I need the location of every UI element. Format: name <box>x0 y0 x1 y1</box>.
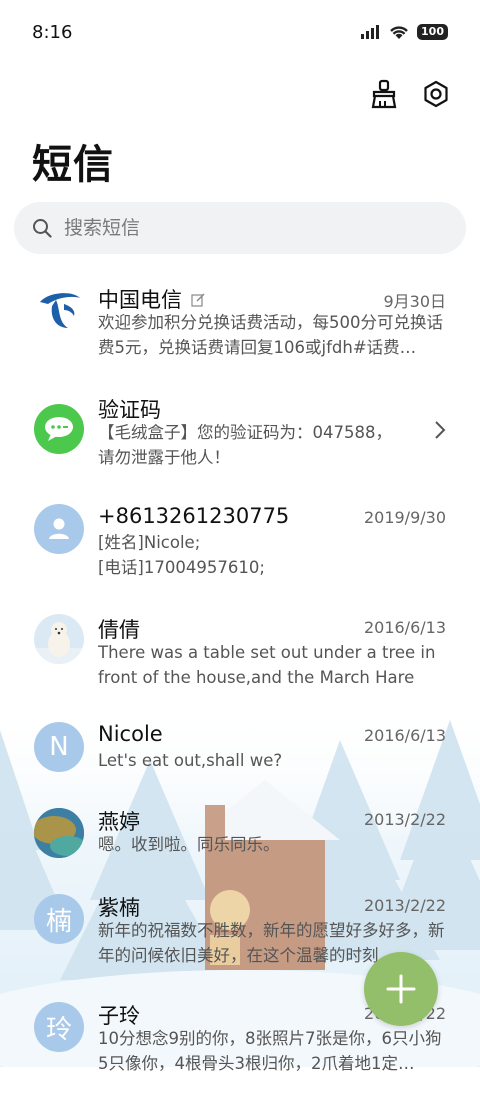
avatar: 楠 <box>34 894 84 944</box>
telecom-logo-icon <box>34 284 84 334</box>
message-date: 2016/6/13 <box>363 726 446 745</box>
status-time: 8:16 <box>32 22 73 43</box>
clean-brush-button[interactable] <box>368 78 400 110</box>
search-icon <box>33 219 52 238</box>
message-preview: 10分想念9别的你，8张照片7张是你，6只小狗5只像你，4根骨头3根归你，2爪着… <box>98 1029 442 1073</box>
message-preview: 欢迎参加积分兑换话费活动，每500分可兑换话费5元，兑换话费请回复106或jfd… <box>98 313 443 357</box>
avatar: 玲 <box>34 1002 84 1052</box>
sender-name: Nicole <box>98 722 163 746</box>
edit-note-icon <box>191 293 205 307</box>
search-input[interactable] <box>62 216 426 240</box>
message-row[interactable]: 燕婷 2013/2/22 嗯。收到啦。同乐同乐。 <box>0 806 480 906</box>
message-row[interactable]: 中国电信 9月30日 欢迎参加积分兑换话费活动，每500分可兑换话费5元，兑换话… <box>0 280 480 380</box>
message-date: 2013/2/22 <box>363 810 446 829</box>
person-icon <box>34 504 84 554</box>
message-preview: Let's eat out,shall we? <box>98 751 283 770</box>
sender-name: +8613261230775 <box>98 504 290 528</box>
avatar: N <box>34 722 84 772</box>
message-date: 2019/9/30 <box>363 508 446 527</box>
message-row[interactable]: 倩倩 2016/6/13 There was a table set out u… <box>0 610 480 710</box>
message-preview: [姓名]Nicole; [电话]17004957610; <box>98 533 265 577</box>
battery-icon: 100 <box>417 24 448 40</box>
message-preview: 【毛绒盒子】您的验证码为：047588，请勿泄露于他人！ <box>98 423 392 467</box>
landscape-photo <box>34 808 84 858</box>
message-date: 9月30日 <box>383 292 446 311</box>
message-row[interactable]: 验证码 【毛绒盒子】您的验证码为：047588，请勿泄露于他人！ <box>0 390 480 490</box>
chevron-right-icon <box>435 421 446 439</box>
settings-button[interactable] <box>420 78 452 110</box>
wifi-icon <box>390 25 408 39</box>
message-row[interactable]: N Nicole 2016/6/13 Let's eat out,shall w… <box>0 720 480 820</box>
message-date: 2013/2/22 <box>363 896 446 915</box>
message-row[interactable]: +8613261230775 2019/9/30 [姓名]Nicole; [电话… <box>0 500 480 600</box>
message-preview: 嗯。收到啦。同乐同乐。 <box>98 835 280 854</box>
message-date: 2016/6/13 <box>363 618 446 637</box>
message-preview: There was a table set out under a tree i… <box>98 643 436 687</box>
compose-button[interactable] <box>364 952 438 1026</box>
chat-bubble-icon <box>34 404 84 454</box>
plus-icon <box>386 974 416 1004</box>
search-bar[interactable] <box>14 202 466 254</box>
status-bar: 8:16 100 <box>0 0 480 64</box>
brush-icon <box>371 79 397 109</box>
top-actions <box>368 78 452 110</box>
signal-icon <box>361 25 380 39</box>
page-title: 短信 <box>32 142 114 188</box>
gear-icon <box>424 80 448 108</box>
status-icons: 100 <box>361 24 448 40</box>
polar-bear-photo <box>34 614 84 664</box>
